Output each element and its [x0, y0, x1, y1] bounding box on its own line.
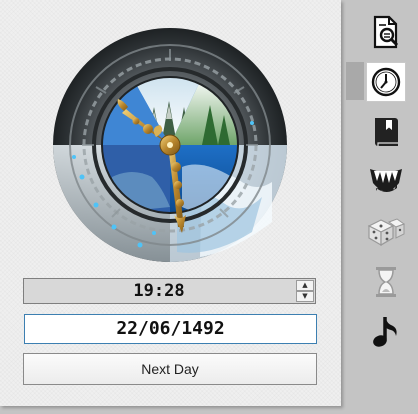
sidebar-item-clock[interactable]: [366, 62, 406, 102]
time-stepper[interactable]: 19:28 ▲ ▼: [23, 278, 316, 304]
dice-icon: [367, 218, 405, 247]
book-icon: [375, 118, 398, 146]
sidebar-item-hourglass[interactable]: [366, 262, 406, 302]
hourglass-icon: [376, 267, 396, 297]
sidebar-item-book[interactable]: [366, 112, 406, 152]
sidebar-item-dice[interactable]: [366, 212, 406, 252]
date-field[interactable]: 22/06/1492: [24, 314, 317, 344]
next-day-button[interactable]: Next Day: [23, 353, 317, 385]
time-spinner: ▲ ▼: [296, 280, 314, 302]
sidebar: [362, 0, 418, 414]
search-document-icon: [373, 15, 399, 49]
sidebar-item-music[interactable]: [366, 312, 406, 352]
clock-icon: [371, 67, 401, 97]
monster-jaw-icon: [370, 169, 402, 192]
sidebar-item-search-document[interactable]: [366, 12, 406, 52]
time-decrement-button[interactable]: ▼: [296, 291, 314, 302]
season-clock-dial: [52, 27, 288, 263]
sidebar-item-monster[interactable]: [366, 162, 406, 202]
music-note-icon: [373, 317, 397, 347]
clock-panel: 19:28 ▲ ▼ 22/06/1492 Next Day: [0, 0, 341, 406]
time-value[interactable]: 19:28: [24, 279, 294, 303]
time-increment-button[interactable]: ▲: [296, 280, 314, 291]
